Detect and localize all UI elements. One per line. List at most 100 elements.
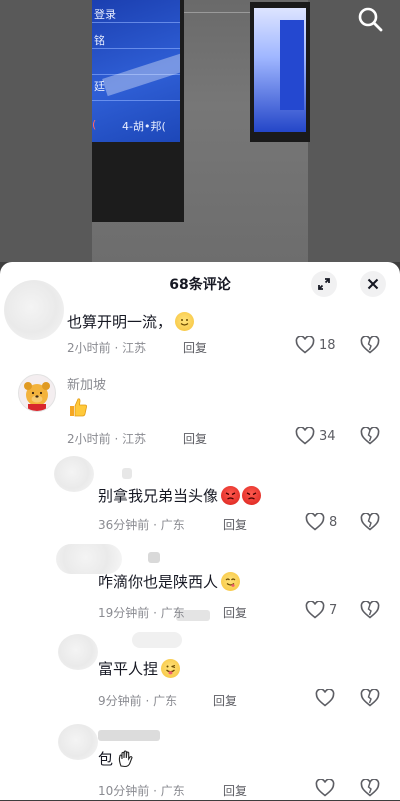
dislike-button[interactable] xyxy=(360,600,380,623)
separator: · xyxy=(153,606,157,620)
like-button[interactable]: 34 xyxy=(295,427,336,445)
comment-time: 2小时前 xyxy=(67,432,111,446)
screen-glare xyxy=(102,41,180,97)
separator: · xyxy=(153,518,157,532)
wall-edge xyxy=(180,12,250,13)
comment-item: 新加坡 2小时前 · 江苏 回复 34 xyxy=(0,370,400,454)
comment-sheet: 68条评论 也算开明一流， 2小时前 · 江苏 回复 18 新加坡 2小时前 ·… xyxy=(0,262,400,800)
video-screen-text: ( xyxy=(92,118,97,131)
search-icon xyxy=(358,7,383,32)
heart-outline-icon xyxy=(315,779,335,797)
comment-location: 江苏 xyxy=(122,432,147,446)
like-count: 8 xyxy=(329,514,338,530)
comment-text: 咋滴你也是陕西人 xyxy=(98,571,241,592)
video-tv-left-screen: 登录 铭 廷 ( 4-胡•邦( xyxy=(92,0,180,142)
video-screen-text: 铭 xyxy=(94,34,105,47)
username-blurred xyxy=(148,552,160,563)
avatar[interactable] xyxy=(56,544,122,574)
comment-meta: 2小时前 · 江苏 xyxy=(67,339,146,356)
comment-item: 富平人捏 9分钟前 · 广东 回复 xyxy=(0,628,400,712)
like-button[interactable]: 8 xyxy=(305,513,337,531)
like-button[interactable] xyxy=(315,779,339,797)
broken-heart-icon xyxy=(360,600,380,619)
like-button[interactable] xyxy=(315,689,339,707)
heart-outline-icon xyxy=(295,427,315,445)
video-tv-right-screen xyxy=(254,8,306,132)
heart-outline-icon xyxy=(295,336,315,354)
comment-item: 咋滴你也是陕西人 19分钟前 · 广东 回复 7 xyxy=(0,542,400,624)
separator: · xyxy=(145,694,150,708)
broken-heart-icon xyxy=(360,688,380,707)
reply-button[interactable]: 回复 xyxy=(223,516,247,533)
comment-location: 广东 xyxy=(153,694,178,708)
heart-outline-icon xyxy=(305,513,325,531)
video-letterbox-left xyxy=(0,0,92,262)
comment-text: 包 xyxy=(98,748,135,769)
comment-time: 36分钟前 xyxy=(98,518,150,532)
dislike-button[interactable] xyxy=(360,335,380,358)
angry-emoji-icon xyxy=(242,486,262,505)
like-count: 34 xyxy=(319,428,336,444)
avatar[interactable] xyxy=(58,634,98,670)
comment-text-content: 咋滴你也是陕西人 xyxy=(98,573,219,591)
wink-tongue-emoji-icon xyxy=(161,659,181,678)
reply-button[interactable]: 回复 xyxy=(183,339,207,356)
comment-text: 别拿我兄弟当头像 xyxy=(98,485,262,506)
comment-meta: 36分钟前 · 广东 xyxy=(98,516,185,533)
avatar[interactable] xyxy=(54,456,94,492)
comment-time: 2小时前 xyxy=(67,341,111,355)
reply-button[interactable]: 回复 xyxy=(183,430,207,447)
video-tv-left: 登录 铭 廷 ( 4-胡•邦( xyxy=(92,0,184,222)
separator: · xyxy=(114,432,119,446)
comment-item: 别拿我兄弟当头像 36分钟前 · 广东 回复 8 xyxy=(0,452,400,538)
thumbs-up-emoji-icon xyxy=(67,396,89,418)
reply-button[interactable]: 回复 xyxy=(223,782,247,799)
like-count: 7 xyxy=(329,602,338,618)
video-tv-right xyxy=(250,2,310,142)
dislike-button[interactable] xyxy=(360,778,380,801)
heart-outline-icon xyxy=(305,601,325,619)
angry-emoji-icon xyxy=(221,486,241,505)
heart-outline-icon xyxy=(315,689,335,707)
comment-meta: 19分钟前 · 广东 xyxy=(98,604,185,621)
comment-time: 9分钟前 xyxy=(98,694,142,708)
dislike-button[interactable] xyxy=(360,426,380,449)
pooh-bear-avatar-icon xyxy=(24,382,50,411)
comment-item: 包 10分钟前 · 广东 回复 xyxy=(0,718,400,800)
separator: · xyxy=(153,784,157,798)
dislike-button[interactable] xyxy=(360,688,380,711)
comment-text: 也算开明一流， xyxy=(67,311,195,332)
dislike-button[interactable] xyxy=(360,512,380,535)
like-count: 18 xyxy=(319,337,336,353)
separator: · xyxy=(114,341,119,355)
broken-heart-icon xyxy=(360,512,380,531)
reply-button[interactable]: 回复 xyxy=(223,604,247,621)
reply-button[interactable]: 回复 xyxy=(213,692,237,709)
search-button[interactable] xyxy=(356,5,384,33)
username-blurred xyxy=(98,730,160,741)
comment-text-content: 包 xyxy=(98,750,114,768)
video-screen-text: 登录 xyxy=(94,8,116,21)
like-button[interactable]: 18 xyxy=(295,336,336,354)
yum-emoji-icon xyxy=(221,572,241,591)
comment-item: 也算开明一流， 2小时前 · 江苏 回复 18 xyxy=(0,280,400,360)
avatar[interactable] xyxy=(58,724,98,760)
broken-heart-icon xyxy=(360,426,380,445)
comment-username[interactable]: 新加坡 xyxy=(67,374,106,393)
username-blurred xyxy=(122,468,132,479)
comment-meta: 9分钟前 · 广东 xyxy=(98,692,177,709)
avatar[interactable] xyxy=(18,374,56,412)
raised-hand-emoji-icon xyxy=(116,749,135,768)
comment-time: 10分钟前 xyxy=(98,784,150,798)
smile-emoji-icon xyxy=(175,312,195,331)
comment-time: 19分钟前 xyxy=(98,606,150,620)
comment-location: 广东 xyxy=(160,784,185,798)
comment-text-content: 富平人捏 xyxy=(98,660,159,678)
avatar[interactable] xyxy=(4,280,64,340)
like-button[interactable]: 7 xyxy=(305,601,337,619)
comment-text xyxy=(67,396,89,418)
video-player[interactable]: 登录 铭 廷 ( 4-胡•邦( xyxy=(0,0,400,262)
comment-location: 江苏 xyxy=(122,341,147,355)
comment-location: 广东 xyxy=(160,518,185,532)
video-letterbox-right xyxy=(308,0,400,262)
